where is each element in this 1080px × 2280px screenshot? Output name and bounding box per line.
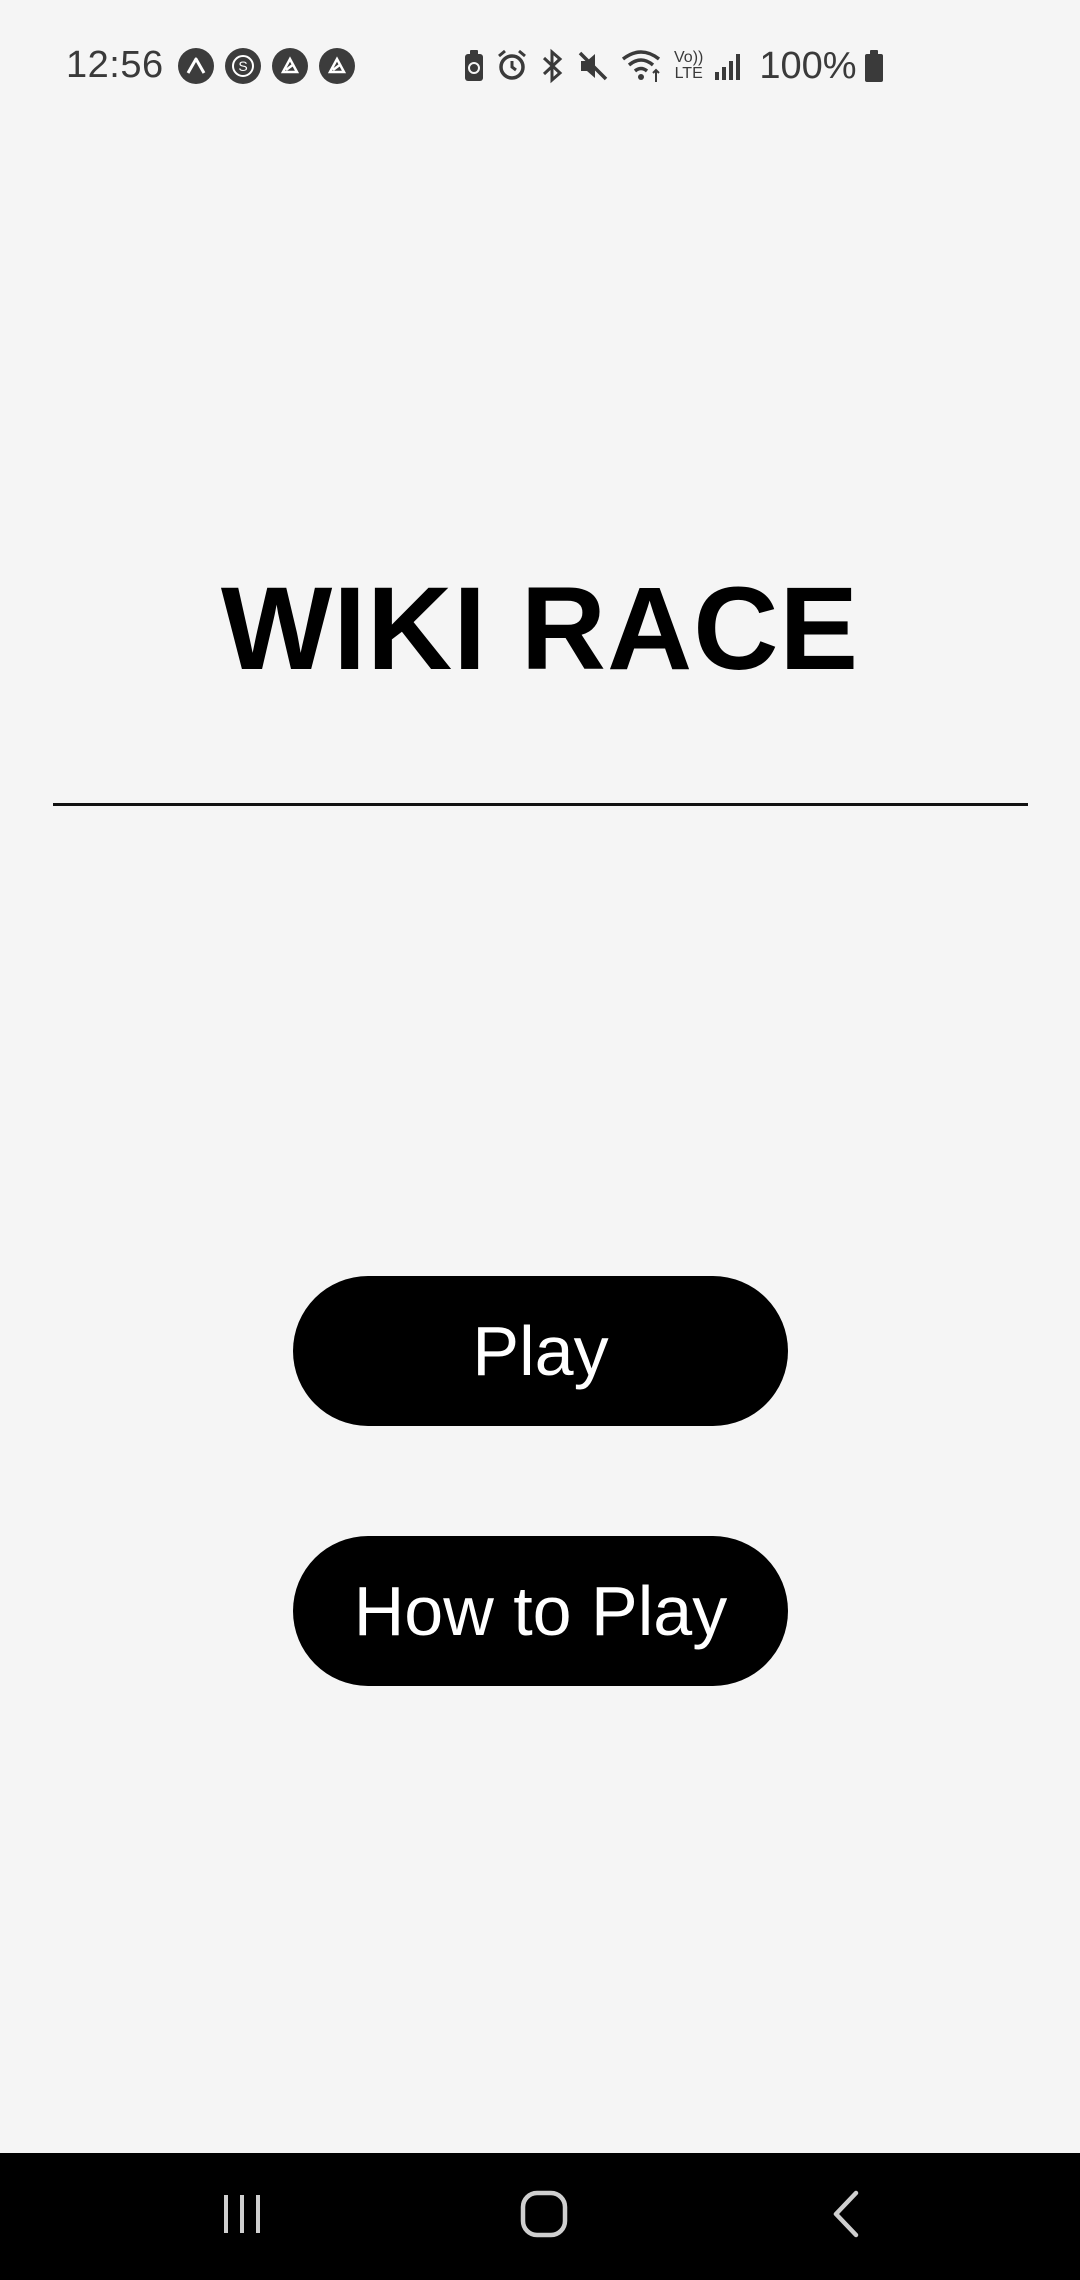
news-icon-2 [318, 47, 355, 84]
expo-icon [177, 47, 214, 84]
svg-text:S: S [238, 58, 247, 74]
bluetooth-icon [538, 48, 566, 84]
status-left: 12:56 S [66, 44, 366, 87]
battery-saver-icon [462, 49, 486, 83]
back-icon [828, 2189, 864, 2244]
volte-label-top: Vo)) [674, 49, 704, 66]
page-title: WIKI RACE [220, 563, 860, 695]
battery-percent: 100% [759, 44, 857, 87]
recent-apps-button[interactable] [142, 2153, 342, 2280]
status-time: 12:56 [66, 44, 164, 86]
back-button[interactable] [746, 2153, 946, 2280]
navigation-bar [0, 2153, 1080, 2280]
status-bar: 12:56 S Vo)) LTE 100% [0, 0, 1080, 135]
title-divider [53, 803, 1028, 806]
news-icon [271, 47, 308, 84]
home-button[interactable] [444, 2153, 644, 2280]
wifi-icon [620, 48, 664, 84]
battery-icon [863, 49, 885, 83]
home-icon [519, 2189, 569, 2244]
how-to-play-button[interactable]: How to Play [293, 1536, 788, 1686]
volte-icon: Vo)) LTE [674, 50, 703, 82]
screen: 12:56 S Vo)) LTE 100% WIKI RACE Play How… [0, 0, 1080, 2280]
play-button[interactable]: Play [293, 1276, 788, 1426]
s-app-icon: S [224, 47, 261, 84]
recent-apps-icon [218, 2192, 266, 2241]
alarm-icon [496, 49, 528, 83]
volte-label-bottom: LTE [674, 65, 703, 82]
status-right: Vo)) LTE 100% [462, 44, 895, 88]
mute-icon [576, 49, 610, 83]
signal-icon [713, 50, 745, 82]
